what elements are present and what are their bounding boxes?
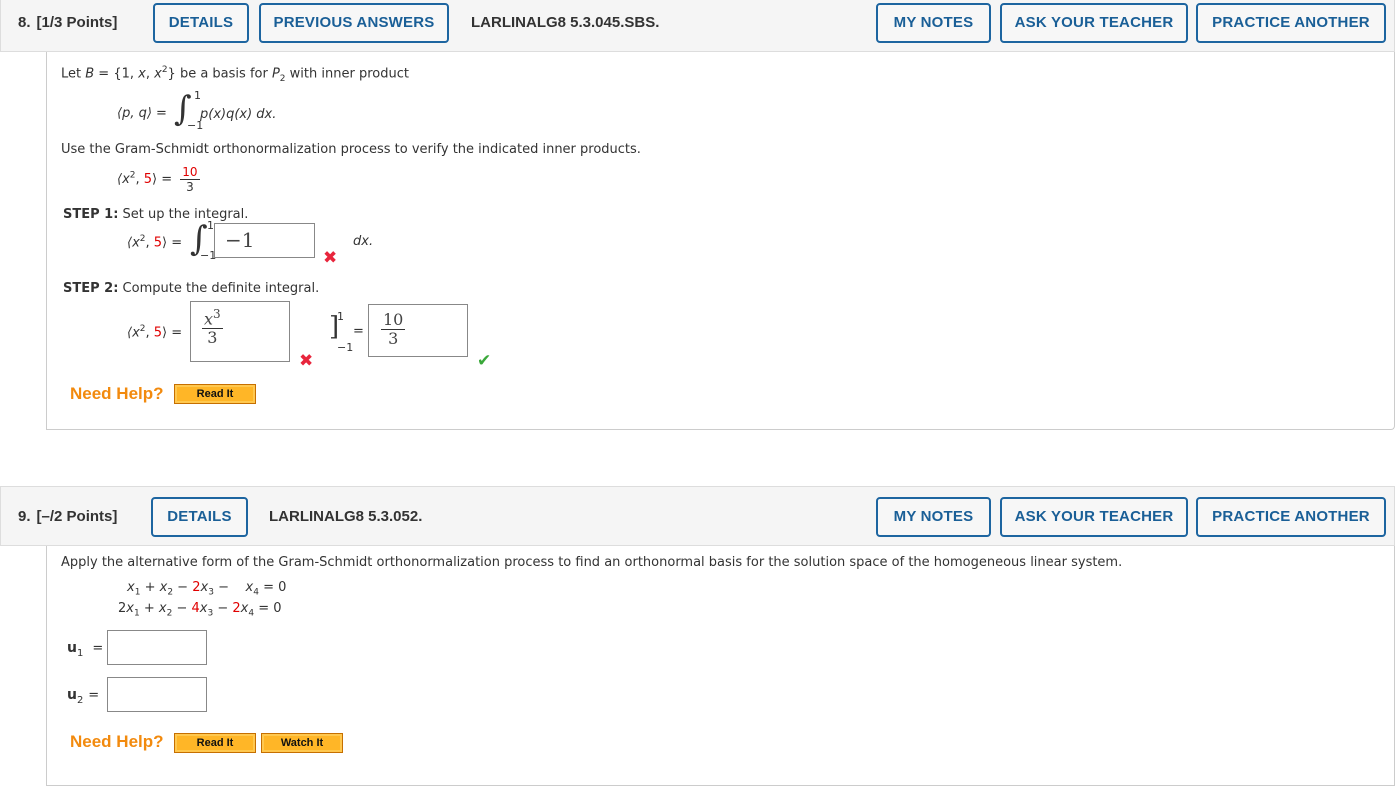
- q8-points: [1/3 Points]: [36, 14, 118, 31]
- q9-need-help-label: Need Help?: [70, 732, 164, 751]
- step2-equals: =: [353, 324, 364, 339]
- q8-previous-answers-button[interactable]: PREVIOUS ANSWERS: [259, 3, 449, 43]
- antiderivative-fraction: x3 3: [202, 307, 223, 348]
- q8-ask-teacher-button[interactable]: ASK YOUR TEACHER: [1000, 3, 1188, 43]
- step2-antiderivative-incorrect-icon: ✖: [299, 351, 314, 371]
- q8-practice-another-button[interactable]: PRACTICE ANOTHER: [1196, 3, 1386, 43]
- q8-read-it-button[interactable]: Read It: [174, 384, 256, 404]
- q9-number: 9. [–/2 Points]: [18, 508, 118, 525]
- q8-details-button[interactable]: DETAILS: [153, 3, 249, 43]
- q9-points: [–/2 Points]: [36, 508, 118, 525]
- u2-input[interactable]: [107, 677, 207, 712]
- equation-1: x1 + x2 − 2x3 − x4 = 0: [127, 580, 287, 598]
- step2-result-input[interactable]: 10 3: [368, 304, 468, 357]
- q9-problem-code: LARLINALG8 5.3.052.: [269, 508, 423, 525]
- step1-integrand-input[interactable]: −1: [214, 223, 315, 258]
- q9-ask-teacher-button[interactable]: ASK YOUR TEACHER: [1000, 497, 1188, 537]
- q9-read-it-button[interactable]: Read It: [174, 733, 256, 753]
- q8-intro: Let B = {1, x, x2} be a basis for P2 wit…: [61, 65, 409, 84]
- step2-result-correct-icon: ✔: [477, 351, 492, 371]
- step1-upper-limit: 1: [207, 219, 214, 232]
- q8-need-help-label: Need Help?: [70, 384, 164, 403]
- step1-heading: STEP 1: Set up the integral.: [63, 207, 249, 222]
- q9-details-button[interactable]: DETAILS: [151, 497, 248, 537]
- integral-upper-limit: 1: [194, 89, 201, 102]
- step1-dx: dx.: [353, 234, 374, 249]
- step2-lhs: ⟨x2, 5⟩ =: [127, 324, 183, 341]
- q9-body: Apply the alternative form of the Gram-S…: [46, 546, 1395, 786]
- result-fraction: 10 3: [381, 310, 406, 348]
- inner-product-integrand: p(x)q(x) dx.: [200, 107, 277, 122]
- step2-upper-limit: 1: [337, 310, 344, 323]
- q9-watch-it-button[interactable]: Watch It: [261, 733, 343, 753]
- q9-prompt: Apply the alternative form of the Gram-S…: [61, 555, 1123, 570]
- q8-my-notes-button[interactable]: MY NOTES: [876, 3, 991, 43]
- u1-label: u1 =: [67, 640, 104, 659]
- q8-header: 8. [1/3 Points] DETAILS PREVIOUS ANSWERS …: [0, 0, 1395, 52]
- step1-incorrect-icon: ✖: [323, 248, 338, 268]
- step2-lower-limit: −1: [337, 341, 354, 354]
- u2-label: u2 =: [67, 687, 100, 706]
- inner-product-lhs: ⟨p, q⟩ =: [117, 106, 167, 121]
- equation-2: 2x1 + x2 − 4x3 − 2x4 = 0: [118, 601, 282, 619]
- q8-body: Let B = {1, x, x2} be a basis for P2 wit…: [46, 52, 1395, 430]
- step2-heading: STEP 2: Compute the definite integral.: [63, 281, 320, 296]
- q8-number: 8. [1/3 Points]: [18, 14, 118, 31]
- step1-lhs: ⟨x2, 5⟩ =: [127, 234, 183, 251]
- step2-antiderivative-input[interactable]: x3 3: [190, 301, 290, 362]
- q9-header: 9. [–/2 Points] DETAILS LARLINALG8 5.3.05…: [0, 486, 1395, 546]
- q8-instruction: Use the Gram-Schmidt orthonormalization …: [61, 142, 641, 157]
- given-inner-product: ⟨x2, 5⟩ = 10 3: [117, 165, 200, 194]
- q9-my-notes-button[interactable]: MY NOTES: [876, 497, 991, 537]
- q9-practice-another-button[interactable]: PRACTICE ANOTHER: [1196, 497, 1386, 537]
- q8-problem-code: LARLINALG8 5.3.045.SBS.: [471, 14, 660, 31]
- u1-input[interactable]: [107, 630, 207, 665]
- given-fraction: 10 3: [180, 165, 200, 194]
